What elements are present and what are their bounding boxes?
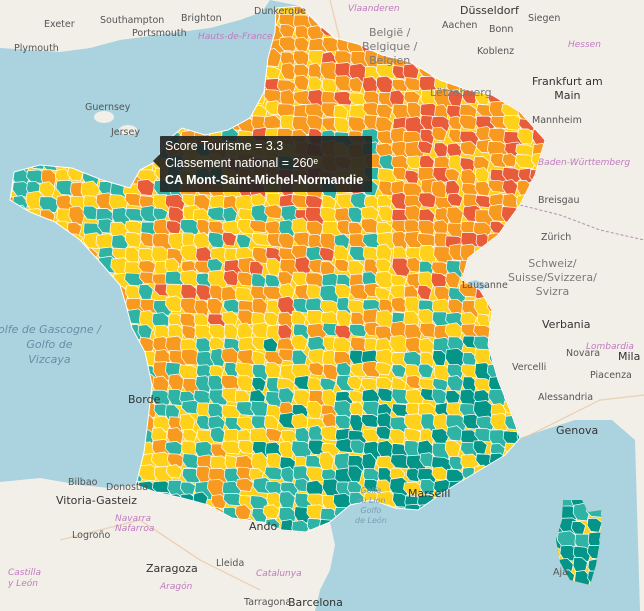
tooltip-rank: Classement national = 260ᵉ <box>165 156 319 170</box>
basemap <box>0 0 644 611</box>
guernsey-island <box>94 111 114 123</box>
tourism-score-map[interactable]: Exeter Southampton Brighton Portsmouth P… <box>0 0 644 611</box>
jersey-island <box>119 125 137 135</box>
tooltip-area-name: CA Mont-Saint-Michel-Normandie <box>165 173 364 187</box>
tooltip-score: Score Tourisme = 3.3 <box>165 139 284 153</box>
map-tooltip: Score Tourisme = 3.3 Classement national… <box>153 136 372 192</box>
tooltip-caret <box>153 154 160 168</box>
